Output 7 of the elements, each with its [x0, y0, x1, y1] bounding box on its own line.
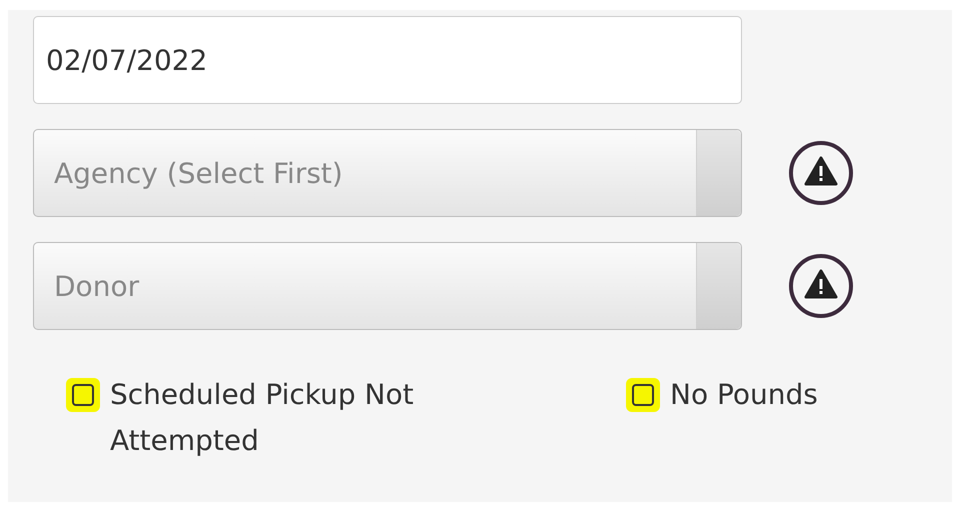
date-field[interactable]: 02/07/2022 — [33, 16, 742, 104]
select-field[interactable]: Donor — [33, 242, 742, 330]
select-field[interactable]: Agency (Select First) — [33, 129, 742, 217]
checkbox[interactable] — [632, 384, 654, 406]
checkbox-label: Scheduled Pickup Not Attempted — [110, 377, 415, 459]
checkbox[interactable] — [72, 384, 94, 406]
checkbox-label: No Pounds — [670, 377, 818, 413]
